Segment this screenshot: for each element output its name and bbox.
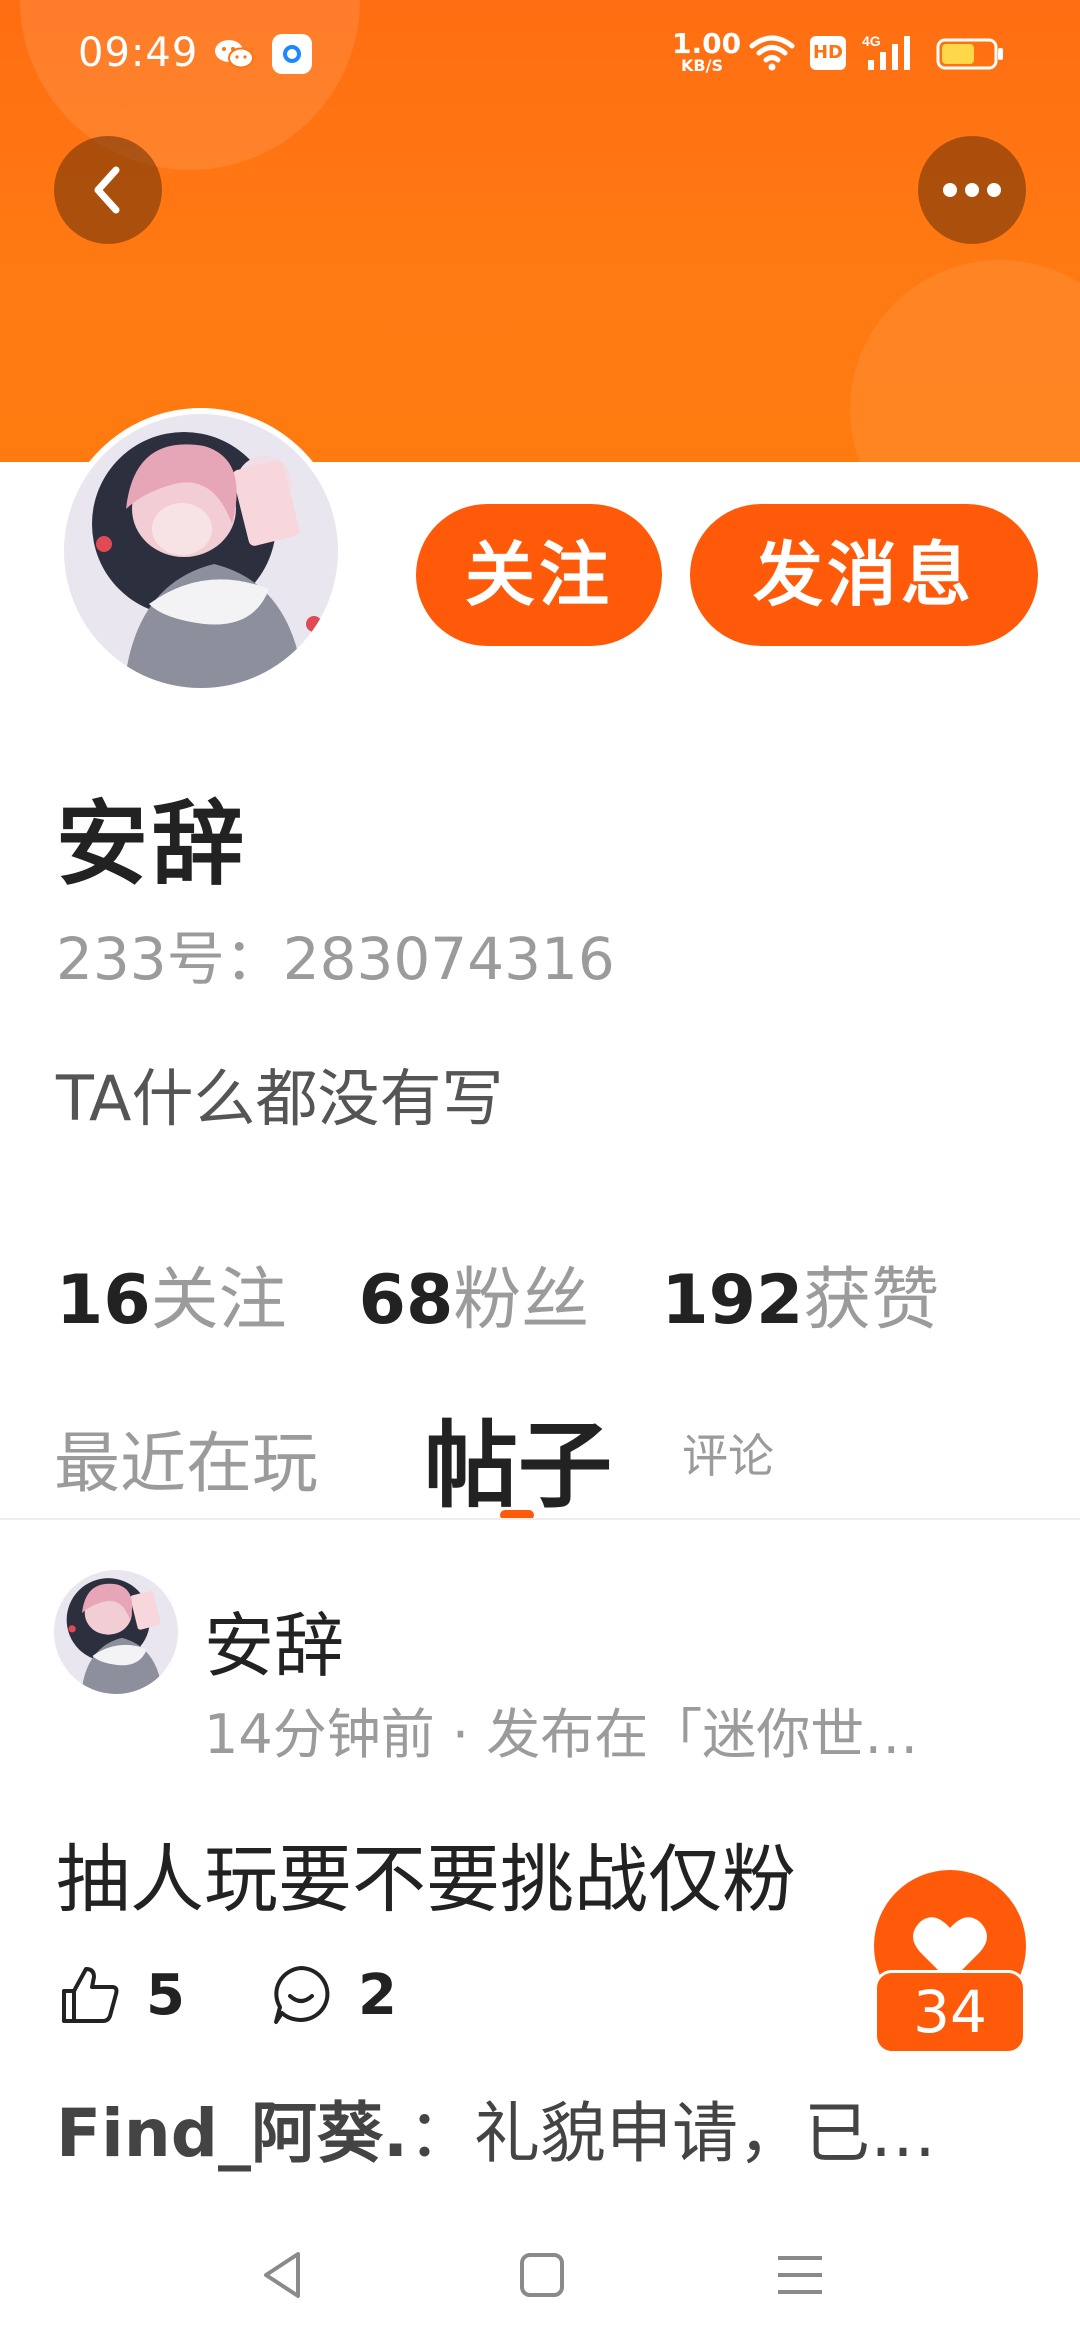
post-title[interactable]: 抽人玩要不要挑战仅粉 [56, 1820, 796, 1927]
chevron-left-icon [94, 166, 120, 214]
profile-banner: 09:49 1.00 KB/S HD 4G [0, 0, 1080, 462]
stat-label: 关注 [150, 1261, 287, 1340]
status-time: 09:49 [78, 30, 199, 76]
back-button[interactable] [54, 136, 162, 244]
comment-text: ：礼貌申请，已… [408, 2095, 937, 2172]
follow-button[interactable]: 关注 [416, 504, 662, 646]
nav-back-icon[interactable] [244, 2240, 324, 2310]
floating-like-count: 34 [874, 1970, 1026, 2054]
stat-following[interactable]: 16 关注 [56, 1244, 287, 1343]
battery-icon [936, 38, 1003, 70]
latest-comment[interactable]: Find_阿葵.：礼貌申请，已… [56, 2080, 936, 2176]
banner-decoration [850, 260, 1080, 462]
avatar[interactable] [58, 408, 344, 694]
profile-bio: TA什么都没有写 [56, 1062, 504, 1135]
signal-icon: 4G [862, 33, 910, 70]
comment-bubble-icon [274, 1966, 330, 2024]
more-dots-icon [943, 183, 1001, 197]
status-bar: 09:49 1.00 KB/S HD 4G [0, 0, 1080, 110]
avatar-image [54, 1570, 178, 1694]
system-nav-bar [0, 2200, 1080, 2340]
profile-stats: 16 关注 68 粉丝 192 获赞 [56, 1244, 1011, 1340]
post-author-avatar[interactable] [54, 1570, 178, 1694]
more-button[interactable] [918, 136, 1026, 244]
user-id: 233号：283074316 [56, 925, 615, 993]
send-message-button[interactable]: 发消息 [690, 504, 1038, 646]
stat-likes[interactable]: 192 获赞 [661, 1244, 939, 1343]
floating-like-button[interactable]: 34 [874, 1870, 1026, 2054]
stat-value: 16 [56, 1261, 151, 1340]
stat-label: 获赞 [803, 1261, 940, 1340]
wechat-icon [215, 40, 254, 69]
svg-text:4G: 4G [862, 33, 881, 49]
profile-nickname: 安辞 [56, 791, 249, 898]
post-meta: 14分钟前 · 发布在「迷你世… [204, 1703, 919, 1766]
post-author-name[interactable]: 安辞 [204, 1590, 344, 1691]
stat-label: 粉丝 [453, 1261, 590, 1340]
stat-value: 192 [661, 1261, 804, 1340]
tab-posts[interactable]: 帖子 [424, 1390, 612, 1526]
wifi-icon [749, 35, 795, 71]
comment-count: 2 [358, 1962, 397, 2028]
like-count: 5 [146, 1962, 185, 2028]
thumbs-up-icon [62, 1967, 119, 2023]
profile-tabs: 最近在玩 帖子 评论 [0, 1390, 1080, 1521]
comment-author: Find_阿葵. [56, 2095, 409, 2172]
tab-comments[interactable]: 评论 [682, 1420, 774, 1486]
app-icon [272, 34, 312, 74]
avatar-image [64, 414, 338, 688]
hd-badge: HD [810, 36, 846, 70]
nav-menu-icon[interactable] [760, 2240, 840, 2310]
speed-unit: KB/S [681, 56, 723, 75]
tab-recently-played[interactable]: 最近在玩 [54, 1410, 318, 1506]
stat-followers[interactable]: 68 粉丝 [359, 1244, 590, 1343]
stat-value: 68 [358, 1261, 454, 1340]
network-speed: 1.00 KB/S [672, 27, 742, 75]
speed-value: 1.00 [672, 27, 742, 60]
nav-home-icon[interactable] [502, 2240, 582, 2310]
comment-button[interactable]: 2 [268, 1960, 397, 2030]
like-button[interactable]: 5 [58, 1960, 185, 2030]
